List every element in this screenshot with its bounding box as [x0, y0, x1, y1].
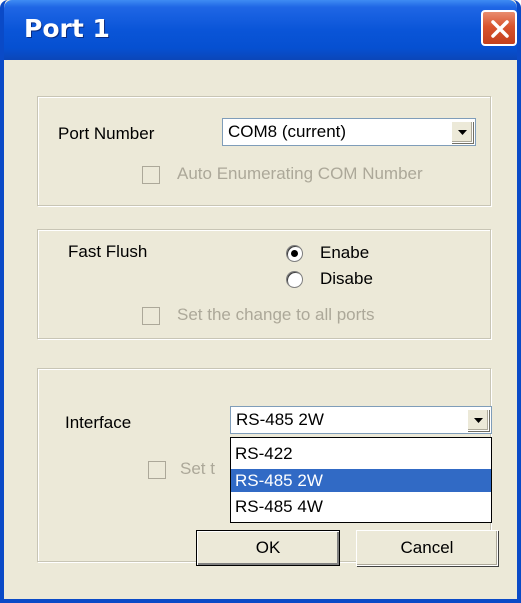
- dropdown-option-rs485-2w[interactable]: RS-485 2W: [231, 469, 491, 492]
- port-dialog: Port 1 Port Number COM8 (current) Auto E…: [0, 0, 521, 603]
- fast-flush-label: Fast Flush: [68, 242, 148, 261]
- port-number-dropdown-button[interactable]: [451, 121, 473, 143]
- port-number-value: COM8 (current): [228, 122, 347, 141]
- chevron-down-icon: [458, 130, 467, 135]
- interface-set-label: Set t: [180, 459, 215, 478]
- fast-flush-group: Fast Flush Enabe Disabe Set the change t…: [37, 229, 491, 339]
- enable-radio[interactable]: [286, 245, 303, 262]
- ok-button[interactable]: OK: [196, 530, 340, 566]
- interface-dropdown-list: RS-422 RS-485 2W RS-485 4W: [230, 437, 492, 523]
- interface-combo[interactable]: RS-485 2W: [230, 406, 492, 434]
- window-title: Port 1: [24, 14, 110, 43]
- interface-label: Interface: [65, 413, 132, 432]
- set-all-ports-label: Set the change to all ports: [177, 305, 375, 324]
- interface-set-checkbox[interactable]: [148, 461, 166, 479]
- set-all-ports-checkbox[interactable]: [142, 307, 160, 325]
- interface-value: RS-485 2W: [236, 410, 324, 429]
- close-icon: [491, 20, 509, 38]
- auto-enum-checkbox[interactable]: [142, 166, 160, 184]
- port-number-label: Port Number: [58, 124, 155, 143]
- close-button[interactable]: [481, 10, 517, 46]
- disable-label[interactable]: Disabe: [320, 269, 373, 289]
- enable-label[interactable]: Enabe: [320, 243, 369, 263]
- cancel-button[interactable]: Cancel: [356, 530, 498, 566]
- disable-radio[interactable]: [286, 271, 303, 288]
- port-number-combo[interactable]: COM8 (current): [222, 118, 476, 146]
- dropdown-option-rs422[interactable]: RS-422: [231, 442, 491, 465]
- radio-dot-icon: [291, 250, 298, 257]
- title-bar[interactable]: Port 1: [4, 0, 517, 60]
- auto-enum-label: Auto Enumerating COM Number: [177, 164, 423, 183]
- interface-dropdown-button[interactable]: [467, 409, 489, 431]
- dropdown-option-rs485-4w[interactable]: RS-485 4W: [231, 495, 491, 518]
- port-number-group: Port Number COM8 (current) Auto Enumerat…: [37, 96, 491, 206]
- chevron-down-icon: [474, 418, 483, 423]
